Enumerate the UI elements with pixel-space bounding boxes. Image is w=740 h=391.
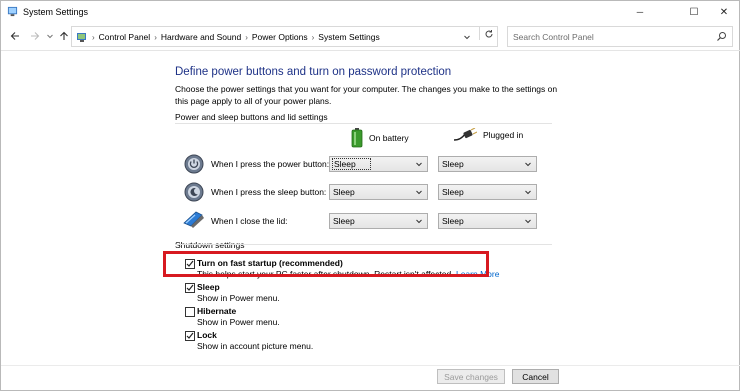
- address-row: › Control Panel › Hardware and Sound › P…: [1, 23, 740, 49]
- close-icon: ✕: [719, 6, 729, 18]
- breadcrumb: › Control Panel › Hardware and Sound › P…: [92, 32, 380, 42]
- minimize-button[interactable]: ─: [623, 1, 657, 23]
- control-panel-icon: [7, 6, 18, 17]
- close-button[interactable]: ✕: [707, 1, 740, 23]
- power-plug-icon: [453, 128, 477, 141]
- toolbar-divider: [1, 50, 740, 51]
- lock-checkbox[interactable]: [185, 331, 195, 341]
- checkmark-icon: [186, 284, 194, 291]
- cancel-button[interactable]: Cancel: [512, 369, 559, 384]
- search-placeholder: Search Control Panel: [513, 32, 594, 42]
- chevron-down-icon: [416, 190, 422, 195]
- breadcrumb-separator: ›: [92, 32, 95, 42]
- back-button[interactable]: [8, 29, 22, 43]
- recent-locations-button[interactable]: [43, 29, 57, 43]
- sleep-label[interactable]: Sleep: [197, 282, 220, 292]
- laptop-lid-icon: [183, 211, 204, 228]
- sleep-button-plugged-select[interactable]: Sleep: [438, 184, 537, 200]
- selected-value: Sleep: [333, 216, 355, 226]
- chevron-down-icon: [416, 162, 422, 167]
- up-button[interactable]: [57, 29, 71, 43]
- column-label: On battery: [369, 133, 409, 143]
- arrow-right-icon: [31, 32, 40, 40]
- power-button-battery-select[interactable]: Sleep: [329, 156, 428, 172]
- arrow-up-icon: [60, 31, 68, 40]
- chevron-down-icon: [416, 219, 422, 224]
- address-bar[interactable]: › Control Panel › Hardware and Sound › P…: [71, 26, 498, 47]
- breadcrumb-control-panel[interactable]: Control Panel: [99, 32, 151, 42]
- breadcrumb-separator: ›: [311, 32, 315, 42]
- selected-value: Sleep: [442, 159, 464, 169]
- hibernate-description: Show in Power menu.: [197, 317, 280, 327]
- breadcrumb-system-settings[interactable]: System Settings: [318, 32, 379, 42]
- lock-description: Show in account picture menu.: [197, 341, 314, 351]
- breadcrumb-power-options[interactable]: Power Options: [252, 32, 308, 42]
- refresh-button[interactable]: [479, 27, 497, 40]
- row-label-sleep-button: When I press the sleep button:: [211, 187, 327, 197]
- window-title: System Settings: [23, 7, 89, 17]
- column-on-battery: On battery: [351, 128, 409, 148]
- page-description: Choose the power settings that you want …: [175, 84, 558, 106]
- chevron-down-icon: [525, 162, 531, 167]
- section-divider: [175, 244, 552, 245]
- chevron-down-icon: [464, 35, 470, 40]
- section-divider: [175, 123, 552, 124]
- selected-value: Sleep: [332, 158, 371, 170]
- page-title: Define power buttons and turn on passwor…: [175, 66, 452, 78]
- highlight-box: [163, 251, 489, 277]
- footer-divider: [1, 365, 740, 366]
- row-label-close-lid: When I close the lid:: [211, 216, 288, 226]
- maximize-button[interactable]: ☐: [677, 1, 711, 23]
- sleep-description: Show in Power menu.: [197, 293, 280, 303]
- sleep-button-battery-select[interactable]: Sleep: [329, 184, 428, 200]
- chevron-down-icon: [525, 190, 531, 195]
- breadcrumb-separator: ›: [245, 32, 248, 42]
- row-label-power-button: When I press the power button:: [211, 159, 330, 169]
- title-bar: System Settings ─ ☐ ✕: [1, 1, 740, 23]
- chevron-down-icon: [47, 34, 53, 39]
- section-shutdown-settings: Shutdown settings: [175, 240, 245, 250]
- checkmark-icon: [186, 332, 194, 339]
- refresh-icon: [485, 29, 493, 37]
- close-lid-battery-select[interactable]: Sleep: [329, 213, 428, 229]
- forward-button[interactable]: [28, 29, 42, 43]
- sleep-button-icon: [184, 182, 204, 202]
- selected-value: Sleep: [442, 187, 464, 197]
- column-label: Plugged in: [483, 130, 524, 140]
- search-box[interactable]: Search Control Panel: [507, 26, 733, 47]
- power-button-icon: [184, 154, 204, 174]
- window-frame: System Settings ─ ☐ ✕ › Control Panel › …: [0, 0, 740, 391]
- maximize-icon: ☐: [689, 6, 699, 18]
- lock-label[interactable]: Lock: [197, 330, 217, 340]
- column-plugged-in: Plugged in: [453, 128, 523, 142]
- minimize-icon: ─: [636, 7, 644, 17]
- close-lid-plugged-select[interactable]: Sleep: [438, 213, 537, 229]
- breadcrumb-hardware-and-sound[interactable]: Hardware and Sound: [161, 32, 241, 42]
- control-panel-icon: [77, 33, 86, 42]
- breadcrumb-separator: ›: [154, 32, 157, 42]
- sleep-checkbox[interactable]: [185, 283, 195, 293]
- selected-value: Sleep: [333, 187, 355, 197]
- address-history-dropdown[interactable]: [461, 31, 473, 43]
- hibernate-label[interactable]: Hibernate: [197, 306, 236, 316]
- selected-value: Sleep: [442, 216, 464, 226]
- save-changes-button[interactable]: Save changes: [437, 369, 505, 384]
- search-icon: [717, 32, 726, 41]
- hibernate-checkbox[interactable]: [185, 307, 195, 317]
- arrow-left-icon: [10, 32, 19, 40]
- chevron-down-icon: [525, 219, 531, 224]
- section-power-buttons: Power and sleep buttons and lid settings: [175, 112, 328, 122]
- power-button-plugged-select[interactable]: Sleep: [438, 156, 537, 172]
- battery-icon: [351, 128, 363, 148]
